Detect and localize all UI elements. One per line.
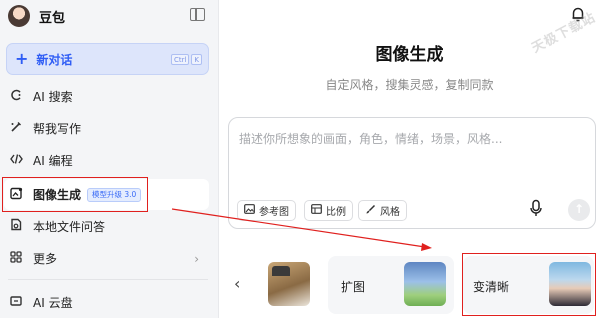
sidebar-item-label: AI 云盘 — [33, 295, 73, 310]
plus-icon: + — [15, 49, 29, 68]
sidebar-divider — [8, 279, 208, 280]
carousel-prev-icon[interactable]: ‹ — [234, 274, 240, 293]
highlight-box-sidebar — [2, 177, 148, 212]
ratio-button[interactable]: 比例 — [304, 200, 353, 221]
style-label: 风格 — [380, 207, 400, 218]
reference-image-label: 参考图 — [259, 207, 289, 218]
dog-thumbnail — [268, 262, 310, 306]
page-title: 图像生成 — [375, 45, 444, 65]
sidebar-item-label: 更多 — [33, 251, 58, 266]
page-subtitle: 自定风格，搜集灵感，复制同款 — [325, 78, 494, 92]
sidebar-item-writing[interactable]: 帮我写作 — [4, 114, 209, 142]
sidebar-collapse-icon[interactable] — [190, 8, 205, 21]
sidebar-item-cloud-drive[interactable]: AI 云盘 — [4, 288, 209, 316]
feature-card-partial[interactable] — [255, 256, 319, 314]
sidebar-item-more[interactable]: 更多 › — [4, 244, 209, 272]
shortcut-key: Ctrl — [170, 54, 190, 65]
sidebar-item-label: AI 搜索 — [33, 89, 73, 104]
microphone-icon[interactable] — [529, 199, 543, 219]
sidebar-item-label: 本地文件问答 — [33, 219, 106, 234]
grid-icon — [9, 250, 23, 266]
sidebar-item-label: 帮我写作 — [33, 121, 82, 136]
new-chat-label: 新对话 — [36, 52, 73, 67]
code-icon — [9, 153, 23, 168]
avatar — [8, 5, 30, 27]
cloud-drive-icon — [9, 295, 23, 310]
file-icon — [9, 218, 23, 234]
feature-card-expand[interactable]: 扩图 — [328, 256, 454, 314]
sidebar-item-local-files[interactable]: 本地文件问答 — [4, 212, 209, 240]
prompt-input[interactable] — [239, 132, 589, 146]
prompt-box: 参考图 比例 风格 ↑ — [228, 117, 596, 229]
sidebar: 豆包 + 新对话 Ctrl K AI 搜索 帮我写作 AI 编程 图像生成 模型… — [0, 0, 219, 318]
reference-image-button[interactable]: 参考图 — [237, 200, 296, 221]
brand[interactable]: 豆包 — [8, 4, 65, 28]
sidebar-item-coding[interactable]: AI 编程 — [4, 146, 209, 174]
landscape-thumbnail — [404, 262, 446, 306]
app-name: 豆包 — [39, 10, 66, 26]
style-button[interactable]: 风格 — [358, 200, 407, 221]
shortcut-key: K — [191, 54, 202, 65]
send-button[interactable]: ↑ — [568, 199, 590, 221]
brush-icon — [365, 204, 376, 218]
sidebar-item-ai-search[interactable]: AI 搜索 — [4, 82, 209, 110]
pen-icon — [9, 121, 23, 136]
ratio-icon — [311, 204, 322, 217]
chevron-right-icon: › — [194, 252, 199, 266]
highlight-box-card — [462, 253, 596, 316]
image-icon — [244, 204, 255, 217]
shortcut-hint: Ctrl K — [170, 54, 202, 65]
search-icon — [9, 89, 23, 104]
sidebar-item-label: AI 编程 — [33, 153, 73, 168]
feature-card-label: 扩图 — [341, 280, 366, 294]
ratio-label: 比例 — [326, 207, 346, 218]
new-chat-button[interactable]: + 新对话 Ctrl K — [6, 43, 209, 75]
